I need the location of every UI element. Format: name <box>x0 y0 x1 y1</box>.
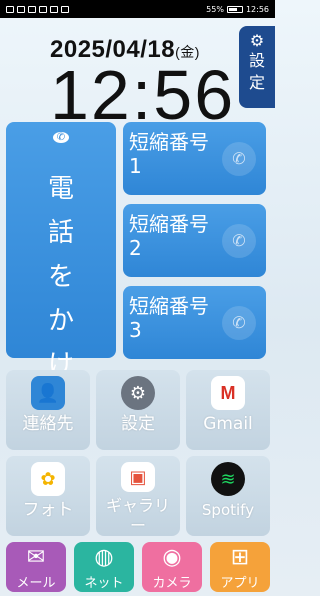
app-gallery[interactable]: ▣ ギャラリー <box>96 456 180 536</box>
settings-notification-icon <box>61 5 69 13</box>
speed-dial-1-button[interactable]: 短縮番号1 ✆ <box>123 122 266 195</box>
wifi-icon <box>17 5 25 13</box>
clock-time: 12:56 <box>50 56 236 134</box>
app-label: フォト <box>22 500 74 520</box>
speed-dial-2-button[interactable]: 短縮番号2 ✆ <box>123 204 266 277</box>
photos-icon: ✿ <box>31 462 65 496</box>
camera-icon: ◉ <box>162 545 182 570</box>
speed-dial-label: 短縮番号2 <box>129 212 209 260</box>
app-contacts[interactable]: 👤 連絡先 <box>6 370 90 450</box>
mail-notification-icon <box>39 5 47 13</box>
app-label: Gmail <box>203 414 253 434</box>
status-time: 12:56 <box>245 4 269 14</box>
app-label: Spotify <box>201 501 255 519</box>
dock-label: アプリ <box>220 576 260 591</box>
speed-dial-label: 短縮番号3 <box>129 294 209 342</box>
dock-label: メール <box>16 576 56 591</box>
speed-dial-3-button[interactable]: 短縮番号3 ✆ <box>123 286 266 359</box>
app-label: 連絡先 <box>22 414 74 434</box>
app-photos[interactable]: ✿ フォト <box>6 456 90 536</box>
gear-icon: ⚙ <box>249 31 265 50</box>
globe-icon: ◍ <box>94 545 114 570</box>
settings-tab-label: 設定 <box>248 51 265 92</box>
battery-percent: 55% <box>206 4 224 14</box>
phone-icon: ✆ <box>222 223 256 258</box>
notification-icons <box>6 5 69 13</box>
apps-grid-icon: ⊞ <box>230 545 250 570</box>
phone-icon: ✆ <box>222 141 256 176</box>
phone-icon: ✆ <box>222 305 256 340</box>
dock-label: カメラ <box>152 576 192 591</box>
gmail-icon: M <box>211 376 245 410</box>
spotify-icon: ≋ <box>211 462 245 496</box>
gear-icon: ⚙ <box>121 376 155 410</box>
make-call-button[interactable]: ✆ 電話をかける <box>6 122 116 424</box>
phone-icon: ✆ <box>53 132 69 143</box>
chat-notification-icon <box>50 5 58 13</box>
mail-notification-icon <box>28 5 36 13</box>
status-bar: 55% 12:56 <box>0 0 275 18</box>
app-label: ギャラリー <box>105 496 170 535</box>
app-settings[interactable]: ⚙ 設定 <box>96 370 180 450</box>
battery-icon <box>226 5 243 13</box>
app-label: 設定 <box>121 414 155 434</box>
gallery-icon: ▣ <box>121 462 155 492</box>
dock-mail-button[interactable]: ✉ メール <box>6 542 66 592</box>
settings-tab-button[interactable]: ⚙ 設定 <box>239 26 275 108</box>
contacts-icon: 👤 <box>31 376 65 410</box>
app-spotify[interactable]: ≋ Spotify <box>186 456 270 536</box>
dock-label: ネット <box>84 576 124 591</box>
dock-camera-button[interactable]: ◉ カメラ <box>142 542 202 592</box>
dock-internet-button[interactable]: ◍ ネット <box>74 542 134 592</box>
app-gmail[interactable]: M Gmail <box>186 370 270 450</box>
notification-icon <box>6 5 14 13</box>
dock-apps-button[interactable]: ⊞ アプリ <box>210 542 270 592</box>
speed-dial-label: 短縮番号1 <box>129 130 209 178</box>
mail-icon: ✉ <box>26 545 46 570</box>
